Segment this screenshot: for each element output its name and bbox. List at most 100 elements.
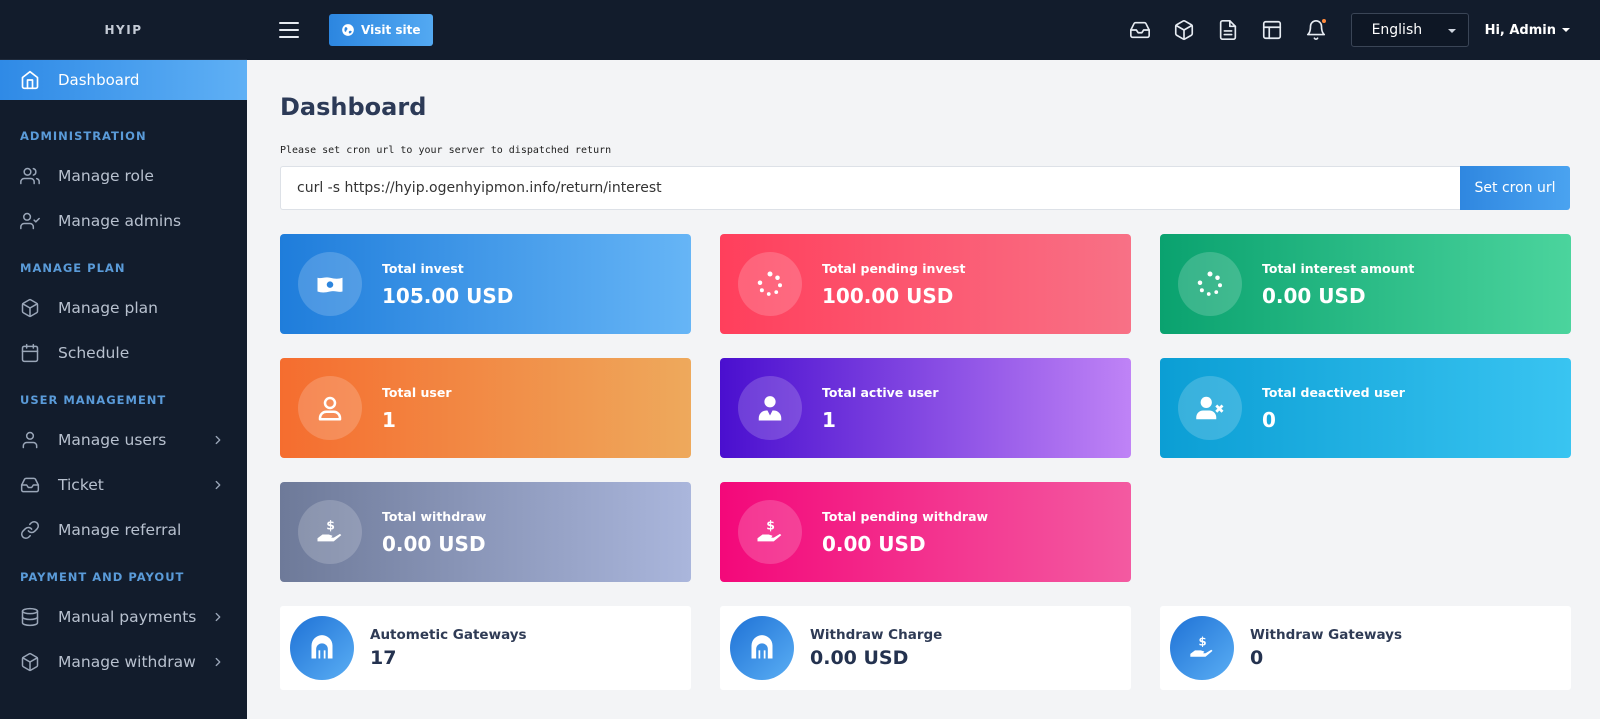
svg-text:$: $	[766, 518, 775, 533]
user-icon	[20, 430, 40, 450]
chevron-right-icon	[211, 433, 225, 447]
spinner-icon	[1178, 252, 1242, 316]
card-label: Total pending withdraw	[822, 508, 989, 524]
inbox-icon	[20, 475, 40, 495]
card-label: Total invest	[382, 260, 464, 276]
card-label: Total user	[382, 384, 452, 400]
stat-label: Autometic Gateways	[370, 627, 527, 643]
stat-card-total-invest: Total invest 105.00 USD	[280, 234, 691, 334]
user-greeting: Hi, Admin	[1484, 22, 1556, 38]
visit-site-label: Visit site	[361, 23, 421, 37]
sidebar-item-schedule[interactable]: Schedule	[0, 330, 247, 375]
sidebar-item-label: Manage withdraw	[58, 652, 196, 671]
stat-card-withdraw-charge: Withdraw Charge 0.00 USD	[720, 606, 1131, 690]
sidebar-item-manage-users[interactable]: Manage users	[0, 417, 247, 462]
stat-label: Withdraw Charge	[810, 627, 943, 643]
spinner-icon	[738, 252, 802, 316]
card-label: Total deactived user	[1262, 384, 1405, 400]
stats-grid: Total invest 105.00 USD Total pending inv…	[280, 234, 1571, 704]
card-value: 105.00 USD	[382, 283, 514, 308]
stat-card-total-deactived-user: Total deactived user 0	[1160, 358, 1571, 458]
inbox-icon[interactable]	[1129, 19, 1151, 41]
sidebar-item-manage-role[interactable]: Manage role	[0, 153, 247, 198]
user-check-icon	[20, 211, 40, 231]
sidebar-item-label: Ticket	[58, 475, 104, 494]
stat-value: 0.00 USD	[810, 647, 909, 669]
sidebar-item-dashboard[interactable]: Dashboard	[0, 60, 247, 100]
sidebar-item-manage-plan[interactable]: Manage plan	[0, 285, 247, 330]
user-icon	[298, 376, 362, 440]
section-title-payment-and-payout: PAYMENT AND PAYOUT	[20, 570, 185, 584]
language-select[interactable]: English	[1350, 13, 1469, 47]
layout-icon[interactable]	[1261, 19, 1283, 41]
sidebar-item-label: Dashboard	[58, 71, 140, 89]
sidebar-item-manual-payments[interactable]: Manual payments	[0, 594, 247, 639]
box-icon	[20, 298, 40, 318]
sidebar-item-label: Manage plan	[58, 298, 158, 317]
stat-value: 0	[1250, 647, 1264, 669]
sidebar-item-manage-referral[interactable]: Manage referral	[0, 507, 247, 552]
brand-logo[interactable]: HYIP	[0, 0, 247, 60]
sidebar-item-label: Schedule	[58, 343, 130, 362]
chevron-right-icon	[211, 478, 225, 492]
stat-card-withdraw-gateways: $ Withdraw Gateways 0	[1160, 606, 1571, 690]
card-value: 0.00 USD	[382, 531, 486, 556]
globe-icon	[341, 23, 355, 37]
hand-dollar-icon: $	[298, 500, 362, 564]
archway-icon	[730, 616, 794, 680]
stat-card-total-active-user: Total active user 1	[720, 358, 1131, 458]
svg-text:$: $	[326, 518, 335, 533]
home-icon	[20, 70, 40, 90]
sidebar-item-label: Manage role	[58, 166, 154, 185]
sidebar-item-label: Manage referral	[58, 520, 182, 539]
cron-url-form: Set cron url	[280, 166, 1570, 210]
stat-card-autometic-gateways: Autometic Gateways 17	[280, 606, 691, 690]
cron-note: Please set cron url to your server to di…	[280, 145, 612, 156]
sidebar-item-manage-admins[interactable]: Manage admins	[0, 198, 247, 243]
stat-card-total-pending-invest: Total pending invest 100.00 USD	[720, 234, 1131, 334]
user-times-icon	[1178, 376, 1242, 440]
section-title-administration: ADMINISTRATION	[20, 129, 147, 143]
stat-card-total-user: Total user 1	[280, 358, 691, 458]
menu-toggle-icon[interactable]	[279, 22, 299, 38]
visit-site-button[interactable]: Visit site	[329, 14, 433, 46]
section-title-manage-plan: MANAGE PLAN	[20, 261, 126, 275]
file-text-icon[interactable]	[1217, 19, 1239, 41]
cron-url-input[interactable]	[280, 166, 1460, 210]
page-title: Dashboard	[280, 93, 427, 121]
bell-icon[interactable]	[1305, 19, 1327, 41]
box-icon[interactable]	[1173, 19, 1195, 41]
card-label: Total withdraw	[382, 508, 487, 524]
sidebar-item-manage-withdraw[interactable]: Manage withdraw	[0, 639, 247, 684]
notification-dot	[1321, 19, 1326, 23]
sidebar-item-ticket[interactable]: Ticket	[0, 462, 247, 507]
card-label: Total active user	[822, 384, 939, 400]
card-value: 1	[822, 407, 836, 432]
money-icon	[298, 252, 362, 316]
link-icon	[20, 520, 40, 540]
sidebar-item-label: Manage admins	[58, 211, 182, 230]
user-tie-icon	[738, 376, 802, 440]
card-value: 0.00 USD	[822, 531, 926, 556]
stat-label: Withdraw Gateways	[1250, 627, 1402, 643]
card-value: 0.00 USD	[1262, 283, 1366, 308]
stat-card-total-interest-amount: Total interest amount 0.00 USD	[1160, 234, 1571, 334]
hand-dollar-icon: $	[1170, 616, 1234, 680]
card-value: 100.00 USD	[822, 283, 954, 308]
language-value: English	[1371, 22, 1423, 38]
user-menu[interactable]: Hi, Admin	[1485, 23, 1570, 38]
main-content: Dashboard Please set cron url to your se…	[280, 60, 1571, 704]
stat-card-total-withdraw: $ Total withdraw 0.00 USD	[280, 482, 691, 582]
calendar-icon	[20, 343, 40, 363]
chevron-right-icon	[211, 655, 225, 669]
set-cron-url-button[interactable]: Set cron url	[1460, 166, 1570, 210]
card-label: Total interest amount	[1262, 260, 1415, 276]
caret-down-icon	[1562, 28, 1570, 32]
caret-down-icon	[1447, 29, 1456, 33]
stat-value: 17	[370, 647, 397, 669]
box-icon	[20, 652, 40, 672]
card-value: 0	[1262, 407, 1276, 432]
section-title-user-management: USER MANAGEMENT	[20, 393, 167, 407]
sidebar-item-label: Manual payments	[58, 607, 197, 626]
database-icon	[20, 607, 40, 627]
